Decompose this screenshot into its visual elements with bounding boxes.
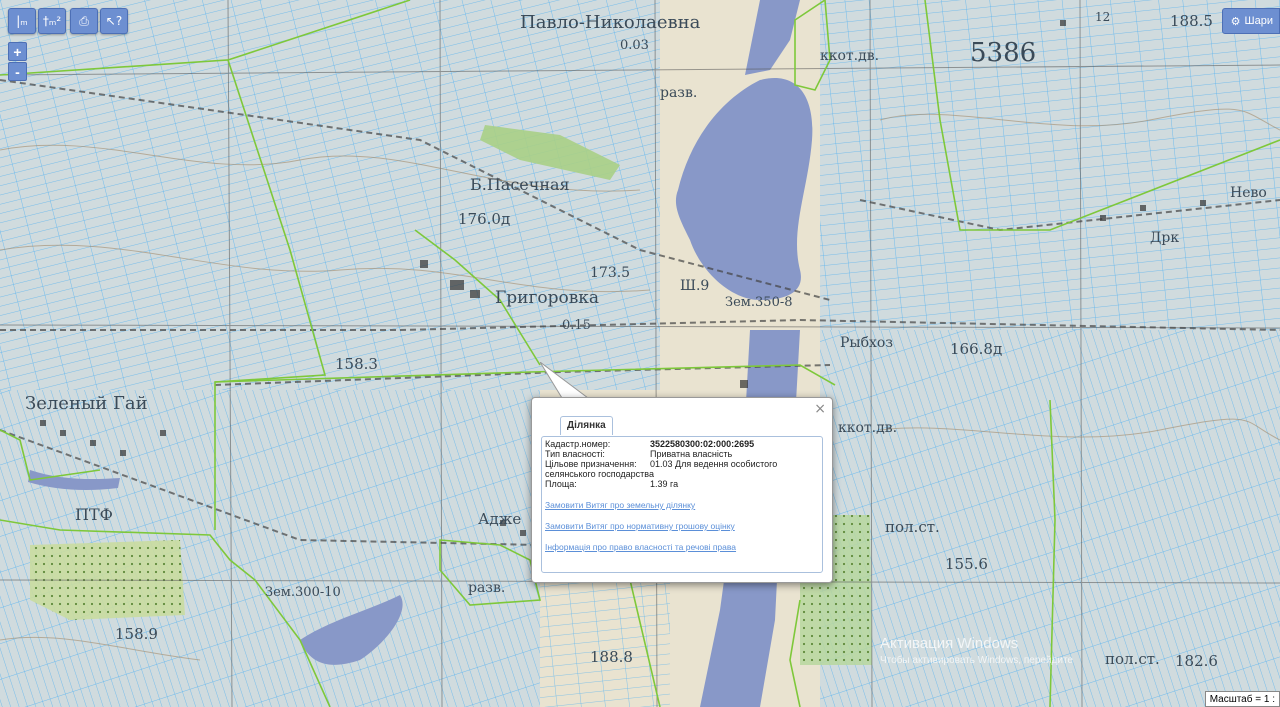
ownership-rights-info-link[interactable]: Інформація про право власності та речові…	[545, 542, 815, 552]
layers-button[interactable]: ⚙ Шари	[1221, 8, 1280, 34]
map-label: разв.	[660, 85, 698, 101]
map-label: Павло-Николаевна	[520, 12, 701, 33]
ownership-type-value: Приватна власність	[650, 449, 733, 459]
scale-indicator: Масштаб = 1 :	[1204, 691, 1280, 707]
parcel-info-popup: × Ділянка Кадастр.номер: 3522580300:02:0…	[531, 397, 833, 583]
map-label: Адже	[478, 510, 522, 528]
map-label: ПТФ	[75, 505, 113, 524]
map-label: Рыбхоз	[840, 335, 893, 351]
detail-row-purpose-cont: селянського господарства	[545, 469, 815, 479]
detail-row-cadastral: Кадастр.номер: 3522580300:02:000:2695	[545, 439, 815, 449]
map-label: пол.ст.	[885, 518, 940, 536]
print-button[interactable]: ⎙	[70, 8, 98, 34]
map-toolbar: |ₘ †ₘ² ⎙ ↖?	[8, 8, 128, 34]
info-cursor-button[interactable]: ↖?	[100, 8, 128, 34]
cadastral-number-value: 3522580300:02:000:2695	[650, 439, 755, 449]
close-icon[interactable]: ×	[814, 401, 826, 417]
map-label: 5386	[970, 38, 1037, 68]
map-label: Зем.300-10	[265, 585, 341, 600]
map-label: 12	[1095, 10, 1111, 24]
area-label: Площа:	[545, 479, 577, 489]
order-parcel-extract-link[interactable]: Замовити Витяг про земельну ділянку	[545, 500, 815, 510]
measure-area-button[interactable]: †ₘ²	[38, 8, 66, 34]
map-label: Б.Пасечная	[470, 175, 570, 194]
windows-activation-title: Активация Windows	[880, 635, 1019, 652]
gear-icon: ⚙	[1230, 15, 1241, 28]
map-label: 158.9	[115, 625, 158, 643]
order-valuation-extract-link[interactable]: Замовити Витяг про нормативну грошову оц…	[545, 521, 815, 531]
map-label: 188.8	[590, 648, 633, 666]
windows-activation-subtitle: Чтобы активировать Windows, перейдите	[880, 655, 1073, 666]
popup-pointer	[540, 362, 590, 399]
map-label: 158.3	[335, 355, 378, 373]
map-label: разв.	[468, 580, 506, 596]
parcel-details: Кадастр.номер: 3522580300:02:000:2695 Ти…	[545, 439, 815, 552]
tab-parcel[interactable]: Ділянка	[560, 416, 613, 435]
map-label: 173.5	[590, 265, 631, 281]
cadastral-map[interactable]: Павло-Николаевна 0.03 разв. ккот.дв. 5386 188…	[0, 0, 1280, 707]
map-label: 155.6	[945, 555, 988, 573]
map-label: 0.03	[620, 38, 649, 53]
purpose-value-continued: селянського господарства	[545, 469, 654, 479]
layers-button-label: Шари	[1244, 15, 1273, 27]
detail-row-ownership: Тип власності: Приватна власність	[545, 449, 815, 459]
detail-row-purpose: Цільове призначення: 01.03 Для ведення о…	[545, 459, 815, 469]
map-label: Григоровка	[495, 288, 600, 308]
ownership-type-label: Тип власності:	[545, 449, 605, 459]
map-label: Нево	[1230, 185, 1267, 201]
map-label: 188.5	[1170, 12, 1213, 30]
map-canvas[interactable]	[0, 0, 1280, 707]
map-label: 0.15	[562, 318, 591, 333]
map-label: ккот.дв.	[838, 420, 898, 436]
measure-distance-button[interactable]: |ₘ	[8, 8, 36, 34]
map-label: Зем.350-8	[725, 295, 793, 310]
map-label: ккот.дв.	[820, 48, 880, 64]
map-label: Дрк	[1150, 230, 1180, 246]
zoom-control: + -	[8, 42, 27, 81]
zoom-in-button[interactable]: +	[8, 42, 27, 61]
map-label: 182.6	[1175, 652, 1218, 670]
zoom-out-button[interactable]: -	[8, 62, 27, 81]
purpose-label: Цільове призначення:	[545, 459, 637, 469]
map-label: пол.ст.	[1105, 650, 1160, 668]
map-label: 166.8д	[950, 340, 1003, 358]
map-label: Зеленый Гай	[25, 393, 148, 414]
purpose-value: 01.03 Для ведення особистого	[650, 459, 778, 469]
map-label: 176.0д	[458, 210, 511, 228]
map-label: Ш.9	[680, 278, 710, 294]
cadastral-number-label: Кадастр.номер:	[545, 439, 611, 449]
area-value: 1.39 га	[650, 479, 679, 489]
detail-row-area: Площа: 1.39 га	[545, 479, 815, 489]
